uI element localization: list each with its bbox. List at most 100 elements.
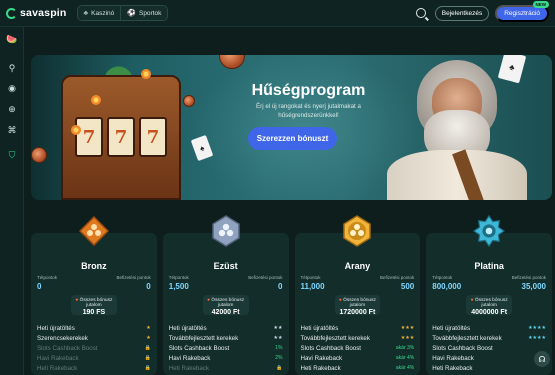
total-bonus-box: Összes bónusz jutalom 42000 Ft [202, 295, 249, 316]
feature-label: Továbbfejlesztett kerekek [168, 334, 239, 342]
lock-icon: 🔒 [276, 365, 283, 371]
bike-icon: ⚲ [8, 62, 16, 73]
wager-points-value: 1,500 [168, 282, 189, 291]
total-bonus-label: Összes bónusz jutalom [203, 295, 249, 308]
feature-label: Heti újratöltés [300, 324, 339, 332]
feature-row: Heti újratöltés ★★★ [301, 323, 415, 333]
points-values: 800,000 35,000 [432, 282, 546, 291]
get-bonus-button[interactable]: Szerezzen bónuszt [248, 127, 337, 150]
sidebar-item-loyalty[interactable]: ⛉ [4, 148, 20, 162]
feature-label: Slots Cashback Boost [168, 344, 230, 352]
total-bonus-box: Összes bónusz jutalom 4000000 Ft [466, 295, 512, 316]
points-values: 0 0 [37, 282, 151, 291]
feature-row: Slots Cashback Boost 🔒 [37, 343, 151, 353]
feature-label: Slots Cashback Boost [432, 344, 493, 352]
sports-icon: ⚽ [127, 10, 136, 17]
tier-name: Arany [344, 261, 371, 271]
total-bonus-label: Összes bónusz jutalom [71, 295, 117, 308]
feature-row: Heti Rakeback akár 4% [301, 363, 415, 373]
points-labels: Tétpontok Befizetési pontok [432, 275, 546, 280]
deposit-points-value: 35,000 [521, 282, 546, 291]
top-bar: savaspin ♣ Kaszinó ⚽ Sportok Bejelentkez… [0, 0, 555, 27]
tier-features: Heti újratöltés ★★★★ Továbbfejlesztett ke… [432, 323, 546, 373]
headset-icon: ☊ [538, 354, 546, 364]
points-labels: Tétpontok Befizetési pontok [301, 275, 415, 280]
mode-casino[interactable]: ♣ Kaszinó [77, 6, 121, 20]
feature-row: Havi Rakeback 2% [169, 353, 283, 363]
new-badge: NEW [532, 0, 549, 8]
points-labels: Tétpontok Befizetési pontok [169, 275, 283, 280]
hero-title: Hűségprogram [251, 82, 366, 99]
feature-label: Havi Rakeback [37, 354, 79, 362]
points-values: 11,000 500 [301, 282, 415, 291]
deposit-points-value: 0 [278, 282, 283, 291]
login-button[interactable]: Bejelentkezés [434, 5, 490, 21]
reel: 7 [139, 117, 167, 157]
reel: 7 [75, 117, 103, 157]
feature-label: Szerencsekerekek [37, 334, 88, 342]
hero-banner: 7 7 7 ♠ ♣ Hűségprogram Érj el új rangoka… [31, 55, 552, 200]
feature-row: Szerencsekerekek ★ [37, 333, 151, 343]
total-bonus-value: 4000000 Ft [471, 309, 508, 316]
tier-features: Heti újratöltés ★★★ Továbbfejlesztett ker… [301, 323, 415, 373]
feature-value: ★★★★ [528, 325, 546, 331]
total-bonus-label: Összes bónusz jutalom [335, 295, 381, 308]
feature-row: Slots Cashback Boost [432, 343, 546, 353]
register-button[interactable]: Regisztráció NEW [495, 0, 549, 22]
platinum-tier-icon [473, 214, 506, 248]
deposit-points-label: Befizetési pontok [511, 275, 546, 280]
feature-row: Slots Cashback Boost 1% [169, 343, 283, 353]
sidebar-item-games[interactable]: ⌘ [4, 123, 20, 137]
lock-icon: 🔒 [144, 355, 151, 361]
total-bonus-label: Összes bónusz jutalom [466, 295, 512, 308]
wager-points-label: Tétpontok [37, 275, 58, 280]
flower-decoration [71, 125, 81, 135]
sidebar-item-live[interactable]: ◉ [4, 81, 20, 95]
sidebar-item-sports[interactable]: ⚲ [4, 61, 20, 75]
promotions-icon: 🍉 [6, 33, 18, 44]
feature-value: ★ [146, 325, 151, 331]
logo[interactable]: savaspin [6, 7, 67, 19]
feature-row: Továbbfejlesztett kerekek ★★★★ [432, 333, 546, 343]
header-actions: Bejelentkezés Regisztráció NEW [415, 0, 549, 22]
sidebar-item-promotions[interactable]: 🍉 [4, 32, 20, 46]
total-bonus-box: Összes bónusz jutalom 190 FS [71, 295, 117, 316]
feature-value: 1% [275, 345, 283, 351]
feature-row: Heti újratöltés ★★ [169, 323, 283, 333]
sidebar-item-globe[interactable]: ⊕ [4, 102, 20, 116]
reel: 7 [107, 117, 135, 157]
feature-row: Havi Rakeback 🔒 [37, 353, 151, 363]
silver-tier-icon [210, 215, 242, 247]
mode-switch: ♣ Kaszinó ⚽ Sportok [76, 5, 169, 21]
zeus-character-image [382, 55, 532, 200]
total-bonus-value: 1720000 Ft [339, 309, 376, 316]
feature-label: Heti Rakeback [432, 364, 473, 372]
points-labels: Tétpontok Befizetési pontok [37, 275, 151, 280]
feature-label: Heti újratöltés [168, 324, 207, 332]
mode-sports-label: Sportok [138, 9, 162, 17]
deposit-points-label: Befizetési pontok [116, 275, 151, 280]
register-label: Regisztráció [504, 9, 540, 17]
search-icon[interactable] [415, 8, 426, 18]
mode-sports[interactable]: ⚽ Sportok [120, 6, 168, 20]
hero-subtitle: Érj el új rangokat és nyerj jutalmakat a… [256, 103, 361, 119]
feature-value: akár 4% [395, 355, 415, 361]
feature-value: ★★★★ [528, 335, 546, 341]
feature-label: Heti Rakeback [37, 364, 78, 372]
feature-value: ★★★ [400, 325, 415, 331]
wager-points-label: Tétpontok [432, 275, 453, 280]
gold-tier-icon [341, 215, 373, 247]
shield-icon: ⛉ [8, 149, 16, 160]
feature-label: Havi Rakeback [300, 354, 343, 362]
support-chat-button[interactable]: ☊ [534, 351, 550, 367]
casino-icon: ♣ [83, 9, 89, 17]
tier-card-gold: Arany Tétpontok Befizetési pontok 11,000… [294, 215, 421, 375]
feature-value: akár 3% [395, 345, 415, 351]
feature-value: ★★ [273, 325, 283, 331]
feature-label: Havi Rakeback [168, 354, 211, 362]
mode-casino-label: Kaszinó [91, 9, 115, 17]
tier-card-silver: Ezüst Tétpontok Befizetési pontok 1,500 … [162, 215, 289, 375]
feature-row: Továbbfejlesztett kerekek ★★ [169, 333, 283, 343]
wager-points-value: 800,000 [432, 282, 462, 291]
points-values: 1,500 0 [169, 282, 283, 291]
